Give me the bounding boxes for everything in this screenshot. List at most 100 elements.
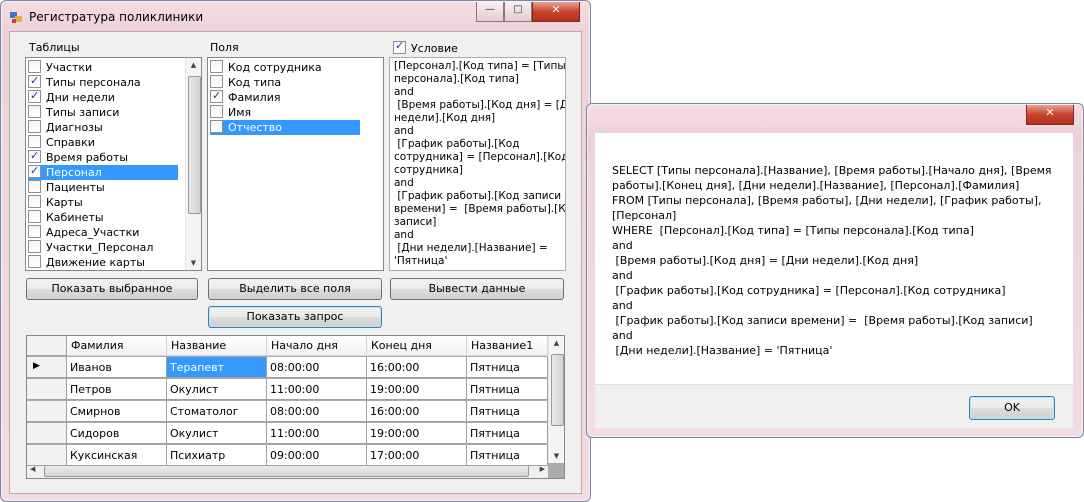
table-item[interactable]: Участки bbox=[28, 60, 178, 75]
table-item[interactable]: Диагнозы bbox=[28, 120, 178, 135]
grid-row-header[interactable]: ▶ bbox=[27, 357, 67, 378]
grid-cell[interactable]: Пятница bbox=[467, 401, 548, 422]
checkbox[interactable] bbox=[210, 60, 223, 73]
grid-cell[interactable]: Петров bbox=[67, 379, 167, 400]
condition-textbox[interactable]: [Персонал].[Код типа] = [Типы персонала].… bbox=[389, 57, 566, 271]
scroll-down-icon[interactable]: ▼ bbox=[186, 259, 201, 267]
grid-cell[interactable]: Окулист bbox=[167, 423, 267, 444]
table-item[interactable]: Пациенты bbox=[28, 180, 178, 195]
checkbox[interactable] bbox=[28, 163, 41, 178]
results-grid[interactable]: ▲ ▼ ◀ ▶ Фамилия Название Начало дня Конец д… bbox=[26, 335, 565, 479]
tables-scrollbar[interactable]: ▲ ▼ bbox=[185, 58, 201, 270]
checkbox[interactable] bbox=[28, 195, 41, 208]
condition-checkbox-box[interactable] bbox=[393, 39, 406, 54]
table-item[interactable]: Типы персонала bbox=[28, 73, 178, 90]
checkbox[interactable] bbox=[28, 180, 41, 193]
checkbox[interactable] bbox=[28, 60, 41, 73]
grid-cell[interactable]: 08:00:00 bbox=[267, 357, 367, 378]
grid-cell[interactable]: 08:00:00 bbox=[267, 401, 367, 422]
checkbox[interactable] bbox=[210, 120, 223, 133]
select-all-fields-button[interactable]: Выделить все поля bbox=[208, 278, 382, 300]
grid-column-header[interactable]: Фамилия bbox=[67, 336, 167, 356]
tables-listbox[interactable]: ▲ ▼ Участки Типы персонала Дни недели Типы … bbox=[25, 57, 202, 271]
grid-cell[interactable]: Стоматолог bbox=[167, 401, 267, 422]
table-item[interactable]: Время работы bbox=[28, 148, 178, 165]
table-item[interactable]: Движение карты bbox=[28, 255, 178, 270]
field-item[interactable]: Код сотрудника bbox=[210, 60, 360, 75]
grid-cell[interactable]: 19:00:00 bbox=[367, 379, 467, 400]
grid-cell[interactable]: Иванов bbox=[67, 357, 167, 378]
grid-row-header[interactable] bbox=[27, 379, 67, 400]
scroll-thumb[interactable] bbox=[551, 354, 564, 426]
table-item[interactable]: Типы записи bbox=[28, 105, 178, 120]
maximize-button[interactable]: □ bbox=[504, 2, 532, 22]
table-item[interactable]: Кабинеты bbox=[28, 210, 178, 225]
dialog-close-button[interactable]: ✕ bbox=[1026, 105, 1074, 125]
field-item[interactable]: Фамилия bbox=[210, 88, 360, 105]
table-item[interactable]: Дни недели bbox=[28, 88, 178, 105]
output-data-button[interactable]: Вывести данные bbox=[390, 278, 564, 300]
checkbox[interactable] bbox=[28, 120, 41, 133]
grid-cell[interactable]: Окулист bbox=[167, 379, 267, 400]
grid-row-header[interactable] bbox=[27, 401, 67, 422]
checkbox[interactable] bbox=[28, 210, 41, 223]
table-item[interactable]: Адреса_Участки bbox=[28, 225, 178, 240]
close-button[interactable]: ✕ bbox=[532, 2, 580, 22]
grid-cell[interactable]: Психиатр bbox=[167, 445, 267, 466]
grid-row-header[interactable] bbox=[27, 445, 67, 466]
checkbox[interactable] bbox=[28, 88, 41, 103]
minimize-button[interactable]: — bbox=[476, 2, 504, 22]
checkbox[interactable] bbox=[28, 135, 41, 148]
table-item[interactable]: Карты bbox=[28, 195, 178, 210]
show-query-button[interactable]: Показать запрос bbox=[208, 306, 382, 328]
grid-cell[interactable]: 09:00:00 bbox=[267, 445, 367, 466]
checkbox[interactable] bbox=[28, 73, 41, 88]
grid-cell[interactable]: 16:00:00 bbox=[367, 357, 467, 378]
show-selected-button[interactable]: Показать выбранное bbox=[26, 278, 198, 300]
grid-column-header[interactable]: Начало дня bbox=[267, 336, 367, 356]
scroll-thumb[interactable] bbox=[188, 76, 201, 214]
grid-column-header[interactable]: Название bbox=[167, 336, 267, 356]
grid-cell[interactable]: 16:00:00 bbox=[367, 401, 467, 422]
ok-button[interactable]: OK bbox=[969, 396, 1055, 420]
table-item[interactable]: Справки bbox=[28, 135, 178, 150]
grid-cell[interactable]: 11:00:00 bbox=[267, 423, 367, 444]
scroll-thumb[interactable] bbox=[44, 465, 529, 477]
grid-cell[interactable]: Терапевт bbox=[167, 357, 267, 378]
field-item[interactable]: Имя bbox=[210, 105, 360, 120]
grid-cell[interactable]: 17:00:00 bbox=[367, 445, 467, 466]
grid-cell[interactable]: Сидоров bbox=[67, 423, 167, 444]
grid-column-header[interactable]: Конец дня bbox=[367, 336, 467, 356]
grid-cell[interactable]: Пятница bbox=[467, 379, 548, 400]
field-item[interactable]: Код типа bbox=[210, 75, 360, 90]
scroll-left-icon[interactable]: ◀ bbox=[30, 465, 35, 473]
grid-column-header[interactable]: Название1 bbox=[467, 336, 548, 356]
checkbox[interactable] bbox=[210, 75, 223, 88]
grid-cell[interactable]: Куксинская bbox=[67, 445, 167, 466]
grid-corner-header[interactable] bbox=[27, 336, 67, 356]
checkbox[interactable] bbox=[28, 148, 41, 163]
checkbox[interactable] bbox=[210, 88, 223, 103]
checkbox[interactable] bbox=[28, 105, 41, 118]
scroll-down-icon[interactable]: ▼ bbox=[549, 452, 564, 460]
scroll-up-icon[interactable]: ▲ bbox=[186, 61, 201, 69]
grid-cell[interactable]: Смирнов bbox=[67, 401, 167, 422]
condition-checkbox[interactable]: Условие bbox=[393, 39, 458, 55]
grid-cell[interactable]: Пятница bbox=[467, 357, 548, 378]
checkbox[interactable] bbox=[28, 240, 41, 253]
table-item[interactable]: Персонал bbox=[28, 163, 178, 180]
checkbox[interactable] bbox=[28, 255, 41, 268]
table-item[interactable]: Участки_Персонал bbox=[28, 240, 178, 255]
checkbox[interactable] bbox=[210, 105, 223, 118]
field-item[interactable]: Отчество bbox=[210, 120, 360, 135]
grid-cell[interactable]: Пятница bbox=[467, 445, 548, 466]
grid-cell[interactable]: 11:00:00 bbox=[267, 379, 367, 400]
grid-cell[interactable]: 19:00:00 bbox=[367, 423, 467, 444]
grid-row-header[interactable] bbox=[27, 423, 67, 444]
scroll-right-icon[interactable]: ▶ bbox=[540, 465, 545, 473]
checkbox[interactable] bbox=[28, 225, 41, 238]
grid-vertical-scrollbar[interactable]: ▲ ▼ bbox=[548, 336, 564, 463]
fields-listbox[interactable]: Код сотрудника Код типа Фамилия Имя Отчество bbox=[207, 57, 384, 271]
scroll-up-icon[interactable]: ▲ bbox=[549, 339, 564, 347]
grid-cell[interactable]: Пятница bbox=[467, 423, 548, 444]
